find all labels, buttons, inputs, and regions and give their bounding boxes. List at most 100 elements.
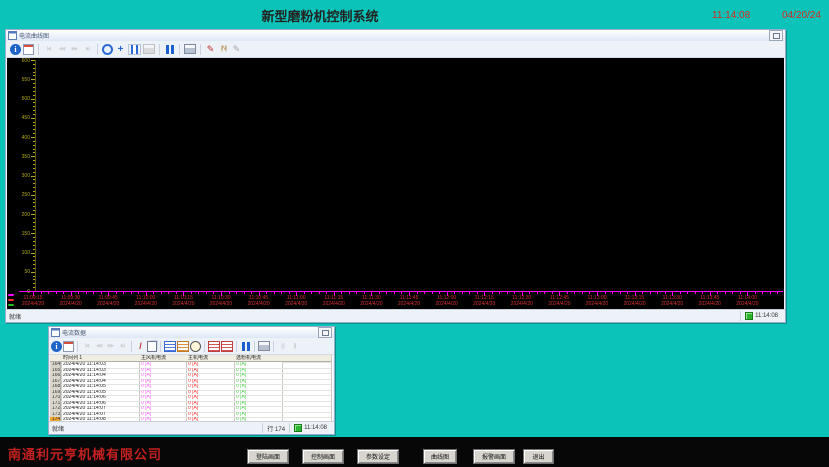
pen-legend-dash xyxy=(8,299,14,301)
print-icon[interactable] xyxy=(184,44,196,54)
table-header-cell[interactable] xyxy=(50,355,61,362)
variable-select-icon[interactable]: [N] xyxy=(218,44,229,55)
connection-ok-icon xyxy=(745,312,753,320)
parameter-setting-button[interactable]: 参数设定 xyxy=(357,449,399,464)
table-header-cell[interactable] xyxy=(282,355,331,362)
pause-icon[interactable] xyxy=(240,342,251,351)
data-window: 电流数据 i|◀◀◀▶▶▶|/[·]]·[ 时间列 1主风机电流主机电流选粉机电… xyxy=(48,326,335,435)
nav-prev-icon[interactable]: ◀◀ xyxy=(93,341,104,352)
curve-chart-button[interactable]: 曲线图 xyxy=(423,449,457,464)
nav-first-icon[interactable]: |◀ xyxy=(43,44,54,55)
y-axis-tick-label: 100 xyxy=(9,250,30,256)
pause-icon[interactable] xyxy=(164,45,175,54)
x-axis-tick xyxy=(777,292,778,294)
nav-prev-icon[interactable]: ◀◀ xyxy=(56,44,67,55)
date-range-icon[interactable] xyxy=(23,44,34,55)
y-axis-tick xyxy=(31,195,35,196)
x-axis-tick xyxy=(432,292,433,294)
print-icon[interactable] xyxy=(258,341,270,351)
y-axis-tick-label: 50 xyxy=(9,269,30,275)
x-axis-tick xyxy=(507,292,508,294)
table-header-cell[interactable]: 选粉机电流 xyxy=(234,355,282,362)
x-axis-tick xyxy=(605,292,606,294)
window-icon xyxy=(51,328,60,337)
delete-row-icon[interactable] xyxy=(221,341,233,352)
y-axis-tick-label: 200 xyxy=(9,212,30,218)
x-axis-tick xyxy=(161,292,162,294)
y-axis-tick xyxy=(33,202,35,203)
table-header-cell[interactable]: 主机电流 xyxy=(186,355,234,362)
nav-next-icon[interactable]: ▶▶ xyxy=(69,44,80,55)
exit-button[interactable]: 退出 xyxy=(523,449,554,464)
pen-settings-icon[interactable]: ✎ xyxy=(205,44,216,55)
table-cell-empty xyxy=(282,373,331,374)
x-axis-tick xyxy=(650,292,651,294)
x-axis-tick xyxy=(86,292,87,294)
copy-icon[interactable] xyxy=(147,341,157,352)
table-header-cell[interactable]: 主风机电流 xyxy=(139,355,186,362)
trend-restore-button[interactable] xyxy=(769,30,783,41)
table-format-icon[interactable] xyxy=(177,341,189,352)
y-axis-tick xyxy=(33,95,35,96)
y-axis-tick xyxy=(33,102,35,103)
x-axis-tick xyxy=(319,292,320,294)
clock-time: 11:14:08 xyxy=(712,10,750,21)
x-axis-tick xyxy=(213,292,214,294)
data-status-time: 11:14:08 xyxy=(304,425,327,431)
nav-last-icon[interactable]: ▶| xyxy=(117,341,128,352)
y-axis-tick xyxy=(31,99,35,100)
toolbar-separator xyxy=(159,44,160,55)
info-icon[interactable]: i xyxy=(10,44,21,55)
y-axis-tick xyxy=(33,229,35,230)
bracket-right-icon[interactable]: ]·[ xyxy=(289,341,300,352)
value-axis-icon[interactable] xyxy=(128,44,141,55)
x-axis-date-label: 2024/4/20 xyxy=(736,301,758,307)
date-range-icon[interactable] xyxy=(63,341,74,352)
x-axis-date-label: 2024/4/20 xyxy=(285,301,307,307)
time-setup-icon[interactable] xyxy=(190,341,201,352)
table-columns-icon[interactable] xyxy=(164,341,176,352)
x-axis-tick xyxy=(168,292,169,294)
nav-next-icon[interactable]: ▶▶ xyxy=(105,341,116,352)
x-axis-tick xyxy=(687,292,688,294)
pen-legend-dash xyxy=(8,304,14,306)
y-axis-tick xyxy=(33,241,35,242)
y-axis-tick xyxy=(33,210,35,211)
y-axis-tick xyxy=(31,176,35,177)
x-axis-tick xyxy=(627,292,628,294)
nav-last-icon[interactable]: ▶| xyxy=(82,44,93,55)
y-axis-tick xyxy=(33,172,35,173)
data-close-button[interactable] xyxy=(318,327,332,338)
x-axis-date-label: 2024/4/20 xyxy=(661,301,683,307)
pan-icon[interactable]: + xyxy=(115,44,126,55)
x-axis-tick xyxy=(620,292,621,294)
table-header-cell[interactable]: 时间列 1 xyxy=(61,355,139,362)
export-icon[interactable]: ✎ xyxy=(231,44,242,55)
x-axis-tick xyxy=(770,292,771,294)
x-axis-tick xyxy=(462,292,463,294)
y-axis-tick-label: 600 xyxy=(9,58,30,64)
x-axis-tick xyxy=(206,292,207,294)
table-cell-empty xyxy=(282,417,331,418)
alarm-screen-button[interactable]: 报警画面 xyxy=(473,449,515,464)
y-axis-tick xyxy=(31,214,35,215)
x-axis-tick xyxy=(642,292,643,294)
pen-legend-dash xyxy=(8,294,14,296)
insert-row-icon[interactable] xyxy=(208,341,220,352)
info-icon[interactable]: i xyxy=(51,341,62,352)
restore-scale-icon[interactable] xyxy=(143,44,155,54)
login-screen-button[interactable]: 登陆画面 xyxy=(247,449,289,464)
control-screen-button[interactable]: 控制画面 xyxy=(302,449,344,464)
x-axis-tick xyxy=(116,292,117,294)
toolbar-separator xyxy=(236,341,237,352)
x-axis-tick xyxy=(537,292,538,294)
edit-pen-icon[interactable]: / xyxy=(135,341,146,352)
data-statusbar: 就绪 行 174 11:14:08 xyxy=(49,421,334,434)
bracket-left-icon[interactable]: [·] xyxy=(277,341,288,352)
x-axis-tick xyxy=(63,292,64,294)
zoom-icon[interactable] xyxy=(102,44,113,55)
toolbar-separator xyxy=(131,341,132,352)
x-axis-tick xyxy=(695,292,696,294)
nav-first-icon[interactable]: |◀ xyxy=(81,341,92,352)
x-axis-date-label: 2024/4/20 xyxy=(135,301,157,307)
